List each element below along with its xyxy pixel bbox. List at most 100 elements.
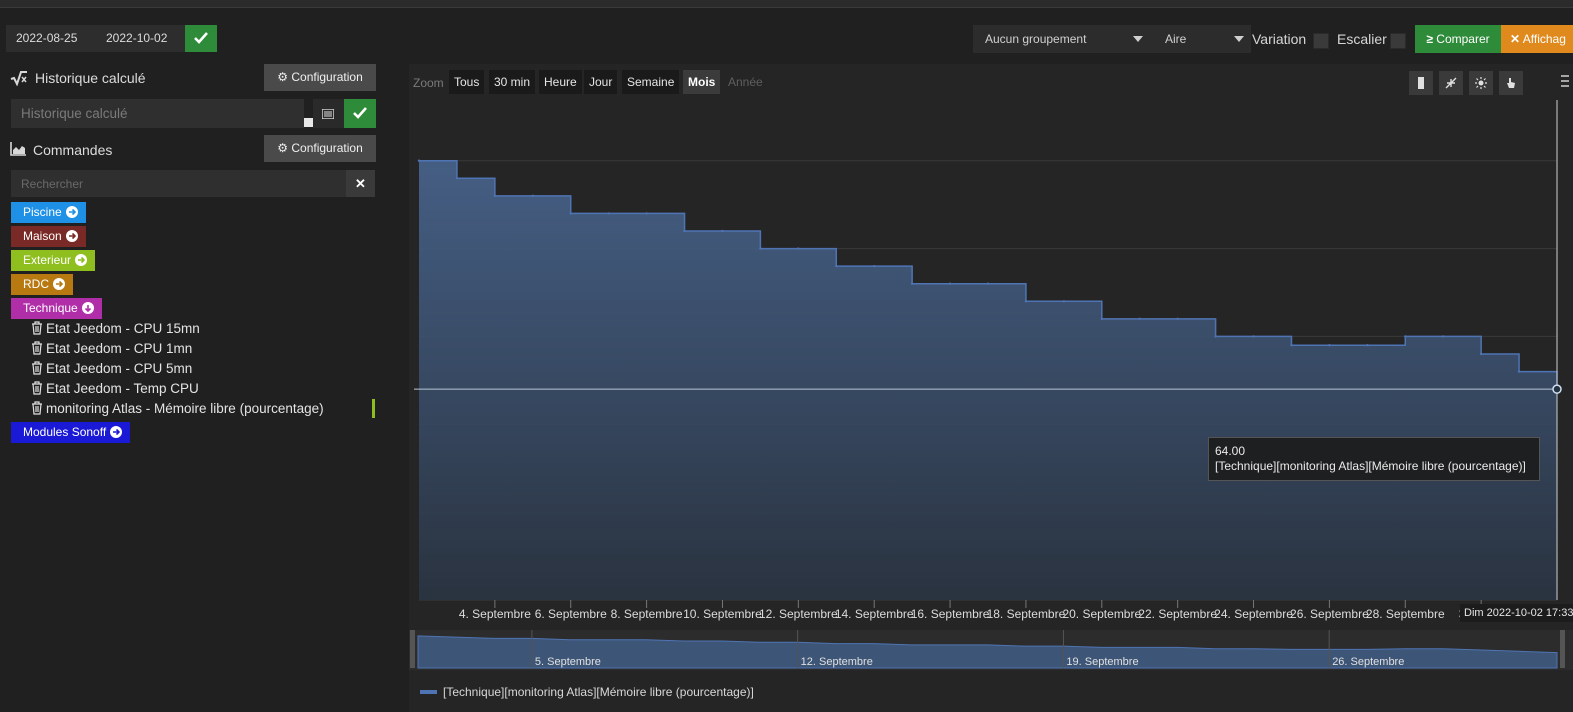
resize-handle-icon[interactable]	[304, 118, 313, 127]
trash-icon[interactable]	[31, 321, 43, 335]
arrow-circle-right-icon	[110, 426, 123, 438]
compress-button[interactable]	[1439, 71, 1463, 95]
data-point	[1328, 344, 1331, 347]
theme-button[interactable]	[1469, 71, 1493, 95]
chevron-down-icon	[1234, 36, 1244, 42]
main-chart[interactable]: 4. Septembre 6. Septembre 8. Septembre 10. …	[409, 100, 1573, 630]
gears-icon: ⚙	[277, 141, 289, 155]
trash-icon[interactable]	[31, 361, 43, 375]
data-point	[569, 212, 572, 215]
category-piscine[interactable]: Piscine	[11, 202, 86, 223]
x-tick-label: 12. Septembre	[759, 607, 838, 621]
data-point	[531, 194, 534, 198]
command-item-active[interactable]: monitoring Atlas - Mémoire libre (pource…	[31, 401, 324, 416]
calc-list-button[interactable]	[313, 99, 344, 128]
category-label: RDC	[23, 277, 49, 291]
calc-config-button[interactable]: ⚙ Configuration	[264, 64, 376, 91]
zoom-week-button[interactable]: Semaine	[622, 70, 680, 94]
chart-type-select-value: Aire	[1165, 32, 1187, 46]
trash-icon[interactable]	[31, 381, 43, 395]
arrow-circle-right-icon	[53, 278, 65, 290]
legend-label: [Technique][monitoring Atlas][Mémoire li…	[443, 685, 754, 699]
tooltip-value: 64.00	[1215, 444, 1246, 458]
navigator-handle-right[interactable]	[1560, 630, 1565, 668]
x-tick-label: 24. Septembre	[1214, 607, 1293, 621]
calc-history-input[interactable]: Historique calculé	[11, 99, 304, 128]
category-label: Technique	[23, 301, 78, 315]
zoom-hour-button[interactable]: Heure	[539, 70, 582, 94]
document-icon	[1418, 77, 1424, 89]
category-rdc[interactable]: RDC	[11, 274, 73, 295]
category-maison[interactable]: Maison	[11, 226, 86, 247]
check-icon	[353, 107, 367, 119]
arrow-circle-right-icon	[75, 254, 88, 266]
data-point	[683, 229, 686, 233]
data-point	[873, 264, 876, 268]
category-technique[interactable]: Technique	[11, 298, 102, 319]
calc-config-label: Configuration	[291, 70, 363, 84]
commands-title: Commandes	[33, 142, 113, 158]
chart-legend-item[interactable]: [Technique][monitoring Atlas][Mémoire li…	[420, 685, 754, 699]
data-point	[797, 247, 800, 250]
data-point	[1024, 300, 1028, 303]
command-item-label: Etat Jeedom - CPU 1mn	[46, 341, 193, 356]
menu-icon[interactable]	[1561, 73, 1569, 89]
category-exterieur[interactable]: Exterieur	[11, 250, 96, 271]
apply-dates-button[interactable]	[185, 25, 217, 52]
data-point	[1252, 335, 1255, 338]
zoom-30min-button[interactable]: 30 min	[489, 70, 536, 94]
variation-checkbox[interactable]	[1313, 33, 1329, 49]
chart-type-select[interactable]: Aire	[1153, 25, 1251, 53]
pointer-button[interactable]	[1499, 71, 1523, 95]
display-button-label: Affichag	[1522, 32, 1566, 46]
chart-tooltip: 64.00 [Technique][monitoring Atlas][Mémo…	[1208, 437, 1540, 481]
trash-icon[interactable]	[31, 401, 43, 415]
trash-icon[interactable]	[31, 341, 43, 355]
command-item[interactable]: Etat Jeedom - Temp CPU	[31, 381, 199, 396]
command-item[interactable]: Etat Jeedom - CPU 5mn	[31, 361, 192, 376]
navigator-handle-left[interactable]	[410, 630, 415, 668]
escalier-label: Escalier	[1337, 31, 1387, 47]
clear-search-button[interactable]: ✕	[346, 170, 375, 197]
command-item[interactable]: Etat Jeedom - CPU 15mn	[31, 321, 200, 336]
date-start-input[interactable]: 2022-08-25	[6, 25, 96, 52]
navigator-tick-label: 12. Septembre	[801, 656, 873, 668]
data-point	[455, 177, 459, 180]
zoom-month-button[interactable]: Mois	[683, 70, 721, 94]
hover-point	[1552, 384, 1562, 394]
gears-icon: ⚙	[277, 70, 289, 84]
zoom-day-button[interactable]: Jour	[584, 70, 618, 94]
commands-search-input[interactable]: Rechercher	[11, 170, 346, 197]
zoom-year-button[interactable]: Année	[723, 70, 768, 94]
export-button[interactable]	[1409, 71, 1433, 95]
escalier-checkbox[interactable]	[1390, 33, 1406, 49]
greater-equal-icon: ≥	[1426, 32, 1433, 46]
command-item-label: Etat Jeedom - Temp CPU	[46, 381, 199, 396]
display-button[interactable]: ✕ Affichag	[1501, 25, 1573, 53]
command-item-label: monitoring Atlas - Mémoire libre (pource…	[46, 401, 324, 416]
data-point	[1062, 300, 1066, 303]
data-point	[493, 194, 497, 198]
x-tick-label: 8. Septembre	[611, 607, 683, 621]
category-modules-sonoff[interactable]: Modules Sonoff	[11, 422, 131, 443]
commands-config-button[interactable]: ⚙ Configuration	[264, 135, 376, 162]
zoom-all-button[interactable]: Tous	[449, 70, 485, 94]
x-tick-label: 18. Septembre	[987, 607, 1066, 621]
calc-apply-button[interactable]	[344, 99, 376, 128]
compare-button[interactable]: ≥ Comparer	[1415, 25, 1501, 53]
arrow-circle-down-icon	[81, 302, 94, 314]
close-icon: ✕	[355, 176, 366, 191]
area-chart-icon	[10, 142, 26, 159]
grouping-select-value: Aucun groupement	[985, 32, 1087, 46]
grouping-select[interactable]: Aucun groupement	[973, 25, 1153, 53]
command-item[interactable]: Etat Jeedom - CPU 1mn	[31, 341, 192, 356]
category-label: Exterieur	[23, 253, 72, 267]
sqrt-icon	[10, 70, 28, 89]
list-icon	[321, 108, 335, 120]
date-end-input[interactable]: 2022-10-02	[96, 25, 185, 52]
data-point	[1517, 370, 1521, 373]
navigator-chart[interactable]: 5. Septembre 12. Septembre 19. Septembre 26…	[409, 628, 1573, 672]
data-point	[1176, 317, 1179, 321]
arrow-circle-right-icon	[65, 206, 78, 218]
navigator-tick-label: 5. Septembre	[535, 656, 601, 668]
